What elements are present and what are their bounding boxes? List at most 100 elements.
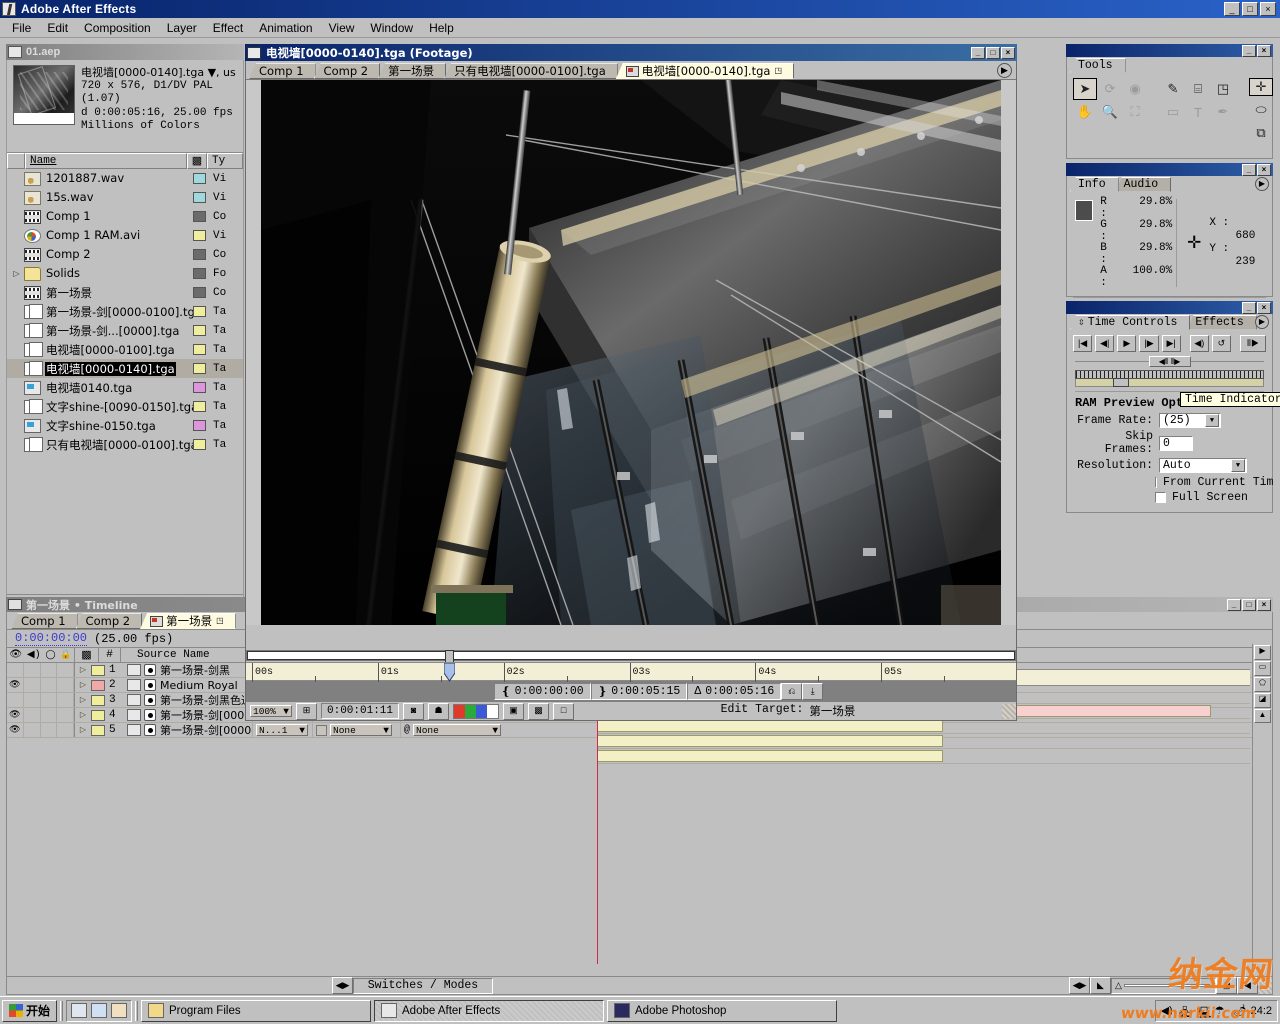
layer-label-swatch[interactable] <box>91 694 105 706</box>
project-item[interactable]: Comp 2 Co <box>7 245 243 264</box>
quick-launch-bar[interactable] <box>66 999 133 1022</box>
eraser-tool[interactable]: ◳ <box>1211 78 1235 100</box>
viewer-out-point-field[interactable]: ❵ 0:00:05:15 <box>590 683 688 700</box>
timeline-comp-marker-button[interactable]: ⬠ <box>1254 677 1271 692</box>
viewer-snapshot-button[interactable]: ◙ <box>403 702 425 720</box>
parent-pickwhip-icon[interactable]: @ <box>404 725 410 736</box>
layer-video-toggle[interactable]: 👁 <box>7 723 24 737</box>
viewer-canvas[interactable] <box>246 80 1016 625</box>
label-color-swatch[interactable] <box>193 306 206 317</box>
skip-frames-input[interactable]: 0 <box>1159 435 1193 451</box>
tab-lock-icon[interactable]: ◳ <box>216 616 224 626</box>
jog-control[interactable] <box>1075 370 1264 392</box>
menu-effect[interactable]: Effect <box>205 19 251 37</box>
layer-audio-toggle[interactable] <box>24 693 41 707</box>
menu-window[interactable]: Window <box>362 19 421 37</box>
time-controls-close-button[interactable]: × <box>1257 301 1271 314</box>
ripple-insert-edit-button[interactable]: ⎌ <box>781 683 803 700</box>
layer-quality-toggle[interactable] <box>144 679 156 691</box>
viewer-duration-field[interactable]: Δ 0:00:05:16 <box>687 683 782 700</box>
layer-av-switches[interactable] <box>7 693 75 707</box>
label-color-swatch[interactable] <box>193 249 206 260</box>
layer-label-swatch[interactable] <box>91 724 105 736</box>
show-desktop-icon[interactable] <box>71 1003 88 1018</box>
selection-tool[interactable]: ➤ <box>1073 78 1097 100</box>
layer-disclosure-triangle[interactable]: ▷ <box>75 680 91 690</box>
project-item[interactable]: 文字shine-[0090-0150].tga Ta <box>7 397 243 416</box>
zoom-in-timeline-button[interactable]: ◢ <box>1216 977 1237 994</box>
layer-quality-toggle[interactable] <box>144 709 156 721</box>
viewer-time-ruler[interactable]: 00s 01s 02s 03s 04s 05s <box>246 662 1016 682</box>
viewer-work-area-bar[interactable] <box>246 650 1016 663</box>
project-item[interactable]: Comp 1 RAM.avi Vi <box>7 226 243 245</box>
timeline-close-button[interactable]: × <box>1257 598 1271 611</box>
viewer-tab-menu-icon[interactable]: ▶ <box>997 63 1012 78</box>
timeline-resize-grip[interactable] <box>1258 977 1272 994</box>
tool-group-extras[interactable]: ✛ ⬭ ⧉ <box>1249 78 1273 146</box>
start-button[interactable]: 开始 <box>2 999 58 1022</box>
timeline-bar-row[interactable] <box>597 749 1250 764</box>
antivirus-icon[interactable]: ☂ <box>1215 1004 1230 1018</box>
viewer-channel-buttons[interactable] <box>453 703 500 719</box>
first-frame-button[interactable]: |◀ <box>1073 335 1093 352</box>
timeline-keyframe-button[interactable]: ◪ <box>1254 693 1271 708</box>
label-color-swatch[interactable] <box>193 344 206 355</box>
puppet-tool[interactable]: ⧉ <box>1249 124 1273 142</box>
next-frame-button[interactable]: |▶ <box>1139 335 1159 352</box>
pan-behind-tool[interactable]: ✛ <box>1249 78 1273 96</box>
menu-view[interactable]: View <box>321 19 363 37</box>
ie-icon[interactable] <box>91 1003 108 1018</box>
layer-solo-toggle[interactable] <box>41 708 58 722</box>
loop-button[interactable]: ↺ <box>1211 335 1231 352</box>
label-color-swatch[interactable] <box>193 268 206 279</box>
jog-thumb[interactable] <box>1113 378 1130 387</box>
mask-ellipse-tool[interactable]: ⬭ <box>1249 101 1273 119</box>
layer-av-switches[interactable] <box>7 663 75 677</box>
layer-lock-toggle[interactable] <box>57 663 74 677</box>
project-item[interactable]: 文字shine-0150.tga Ta <box>7 416 243 435</box>
time-controls-minimize-button[interactable]: _ <box>1242 301 1256 314</box>
tab-audio[interactable]: Audio <box>1115 177 1172 192</box>
project-col-label-icon[interactable]: ▩ <box>187 153 207 169</box>
extra-tray-icon[interactable]: 🌶 <box>1233 1004 1248 1018</box>
label-color-swatch[interactable] <box>193 439 206 450</box>
layer-audio-toggle[interactable] <box>24 663 41 677</box>
switches-modes-button[interactable]: Switches / Modes <box>353 977 493 994</box>
layer-av-switches[interactable]: 👁 <box>7 708 75 722</box>
layer-solo-toggle[interactable] <box>41 678 58 692</box>
layer-preserve-transparency-toggle[interactable] <box>316 724 327 736</box>
viewer-zoom-select[interactable]: 100% ▼ <box>250 705 292 717</box>
tab-effects[interactable]: Effects <box>1187 315 1257 330</box>
layer-video-toggle[interactable]: 👁 <box>7 678 24 692</box>
project-item[interactable]: 只有电视墙[0000-0100].tga Ta <box>7 435 243 454</box>
viewer-time-indicator[interactable] <box>443 662 456 682</box>
resolution-select[interactable]: Auto ▼ <box>1159 458 1247 473</box>
project-item[interactable]: 第一场景-剑[0000-0100].tga Ta <box>7 302 243 321</box>
timeline-source-name-header[interactable]: Source Name <box>121 648 258 662</box>
project-item-list[interactable]: 1201887.wav Vi 15s.wav Vi Comp 1 Co Comp 1 RAM… <box>7 169 243 594</box>
layer-solo-toggle[interactable] <box>41 693 58 707</box>
viewer-region-of-interest-button[interactable]: ⊞ <box>296 702 317 720</box>
tab-lock-icon[interactable]: ◳ <box>774 66 782 76</box>
label-color-swatch[interactable] <box>193 192 206 203</box>
project-item[interactable]: 第一场景-剑...[0000].tga Ta <box>7 321 243 340</box>
project-item[interactable]: 电视墙0140.tga Ta <box>7 378 243 397</box>
viewer-show-snapshot-button[interactable]: ☗ <box>428 702 450 720</box>
tool-group-navigation[interactable]: ➤ ⟳ ◉ ✋ 🔍 ⛶ <box>1073 78 1147 146</box>
layer-label-swatch[interactable] <box>91 664 105 676</box>
app-maximize-button[interactable]: □ <box>1242 2 1258 16</box>
layer-quality-toggle[interactable] <box>144 694 156 706</box>
layer-lock-toggle[interactable] <box>57 693 74 707</box>
label-color-swatch[interactable] <box>193 173 206 184</box>
timeline-scroll-up-button[interactable]: ▲ <box>1254 709 1271 723</box>
layer-audio-toggle[interactable] <box>24 723 41 737</box>
layer-disclosure-triangle[interactable]: ▷ <box>75 710 91 720</box>
media-icon[interactable] <box>111 1003 128 1018</box>
timeline-marker-button[interactable]: ▭ <box>1254 661 1271 676</box>
layer-quality-toggle[interactable] <box>144 724 156 736</box>
timeline-scroll-left-button[interactable]: ◀ <box>1237 977 1258 994</box>
layer-label-swatch[interactable] <box>91 679 105 691</box>
taskbar-item-program-files[interactable]: Program Files <box>141 999 372 1022</box>
viewer-tab[interactable]: 第一场景 <box>378 63 447 79</box>
project-item[interactable]: 1201887.wav Vi <box>7 169 243 188</box>
